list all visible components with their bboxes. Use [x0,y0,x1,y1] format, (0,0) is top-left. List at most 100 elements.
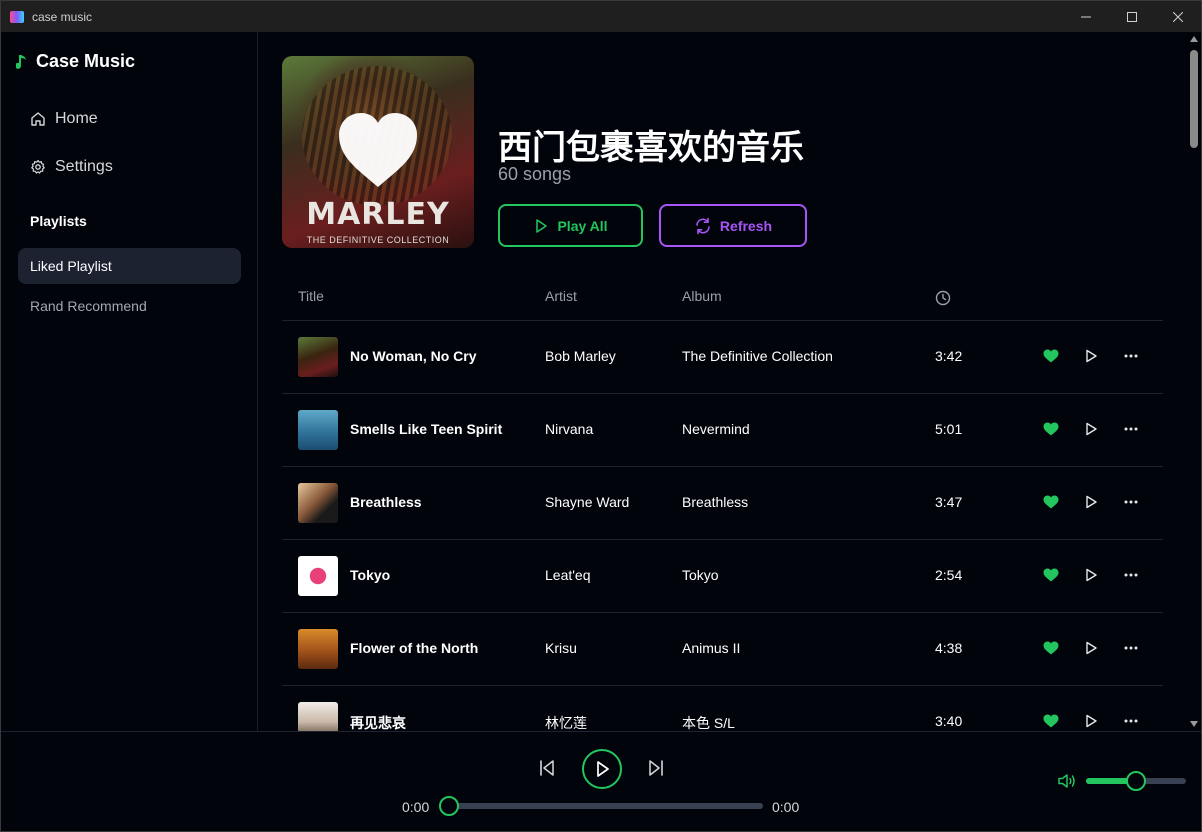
more-options-button[interactable] [1122,639,1140,657]
play-all-button[interactable]: Play All [498,204,643,247]
song-album[interactable]: Animus II [682,640,740,656]
nav-settings[interactable]: Settings [30,158,113,176]
minimize-icon [1081,16,1091,17]
more-options-button[interactable] [1122,712,1140,730]
more-options-button[interactable] [1122,420,1140,438]
song-duration: 3:42 [935,348,963,364]
close-icon [1173,11,1183,22]
play-icon [536,218,548,233]
close-button[interactable] [1155,1,1201,32]
scroll-up-icon[interactable] [1190,36,1198,42]
heart-icon [1043,641,1059,655]
like-button[interactable] [1042,712,1060,730]
play-icon [1086,422,1097,436]
more-options-button[interactable] [1122,566,1140,584]
song-artist[interactable]: 林忆莲 [545,713,587,731]
play-song-button[interactable] [1082,566,1100,584]
table-row[interactable]: Flower of the North Krisu Animus II 4:38 [282,613,1163,686]
refresh-button[interactable]: Refresh [659,204,807,247]
song-album[interactable]: Breathless [682,494,748,510]
minimize-button[interactable] [1063,1,1109,32]
table-row[interactable]: 再见悲哀 林忆莲 本色 S/L 3:40 [282,686,1163,731]
play-song-button[interactable] [1082,639,1100,657]
more-icon [1124,500,1138,504]
sidebar-item-rand-recommend[interactable]: Rand Recommend [18,288,241,324]
song-duration: 5:01 [935,421,963,437]
heart-icon [1043,568,1059,582]
play-icon [1086,349,1097,363]
like-button[interactable] [1042,347,1060,365]
play-song-button[interactable] [1082,712,1100,730]
like-button[interactable] [1042,566,1060,584]
song-album[interactable]: The Definitive Collection [682,348,833,364]
heart-icon [1043,422,1059,436]
album-thumbnail [298,629,338,669]
column-artist[interactable]: Artist [545,288,577,304]
song-artist[interactable]: Nirvana [545,421,593,437]
column-title[interactable]: Title [298,288,324,304]
song-title: Tokyo [350,567,391,583]
song-duration: 3:40 [935,713,963,729]
song-duration: 3:47 [935,494,963,510]
previous-button[interactable] [538,759,556,782]
app-window: case music Case Music Home Settings Play… [0,0,1202,832]
table-row[interactable]: No Woman, No Cry Bob Marley The Definiti… [282,321,1163,394]
play-song-button[interactable] [1082,493,1100,511]
song-title: Flower of the North [350,640,479,656]
progress-handle[interactable] [439,796,459,816]
play-song-button[interactable] [1082,347,1100,365]
song-artist[interactable]: Bob Marley [545,348,616,364]
heart-icon [1043,495,1059,509]
volume-icon [1058,774,1075,788]
like-button[interactable] [1042,493,1060,511]
scrollbar-thumb[interactable] [1190,50,1198,148]
maximize-button[interactable] [1109,1,1155,32]
window-title: case music [32,9,93,24]
more-icon [1124,719,1138,723]
nav-settings-label: Settings [55,158,113,175]
song-artist[interactable]: Krisu [545,640,577,656]
scroll-down-icon[interactable] [1190,721,1198,727]
song-title: Breathless [350,494,422,510]
more-options-button[interactable] [1122,347,1140,365]
sidebar-item-liked-playlist[interactable]: Liked Playlist [18,248,241,284]
song-album[interactable]: 本色 S/L [682,713,735,731]
more-options-button[interactable] [1122,493,1140,511]
table-row[interactable]: Breathless Shayne Ward Breathless 3:47 [282,467,1163,540]
play-icon [1086,641,1097,655]
song-artist[interactable]: Shayne Ward [545,494,629,510]
scrollbar[interactable] [1187,32,1201,731]
clock-icon [935,290,951,306]
column-album[interactable]: Album [682,288,722,304]
progress-bar[interactable] [439,796,763,816]
song-title: Smells Like Teen Spirit [350,421,503,437]
nav-home[interactable]: Home [30,110,98,128]
table-row[interactable]: Smells Like Teen Spirit Nirvana Nevermin… [282,394,1163,467]
gear-icon [31,159,45,174]
volume-handle[interactable] [1126,771,1146,791]
song-list: No Woman, No Cry Bob Marley The Definiti… [282,321,1163,731]
playlists-heading: Playlists [30,213,87,229]
brand[interactable]: Case Music [16,51,135,72]
heart-icon [339,113,417,187]
play-icon [597,761,609,777]
like-button[interactable] [1042,639,1060,657]
page-title: 西门包裹喜欢的音乐 [498,128,804,168]
more-icon [1124,354,1138,358]
nav-home-label: Home [55,110,98,127]
album-thumbnail [298,337,338,377]
playlist-cover: MARLEY THE DEFINITIVE COLLECTION [282,56,474,248]
music-note-icon [16,54,26,69]
play-song-button[interactable] [1082,420,1100,438]
like-button[interactable] [1042,420,1060,438]
album-thumbnail [298,702,338,731]
next-button[interactable] [647,759,665,782]
song-artist[interactable]: Leat'eq [545,567,591,583]
table-row[interactable]: Tokyo Leat'eq Tokyo 2:54 [282,540,1163,613]
volume-button[interactable] [1058,773,1078,794]
song-album[interactable]: Nevermind [682,421,750,437]
volume-slider[interactable] [1086,771,1186,791]
heart-icon [1043,714,1059,728]
song-album[interactable]: Tokyo [682,567,719,583]
play-pause-button[interactable] [582,749,622,789]
